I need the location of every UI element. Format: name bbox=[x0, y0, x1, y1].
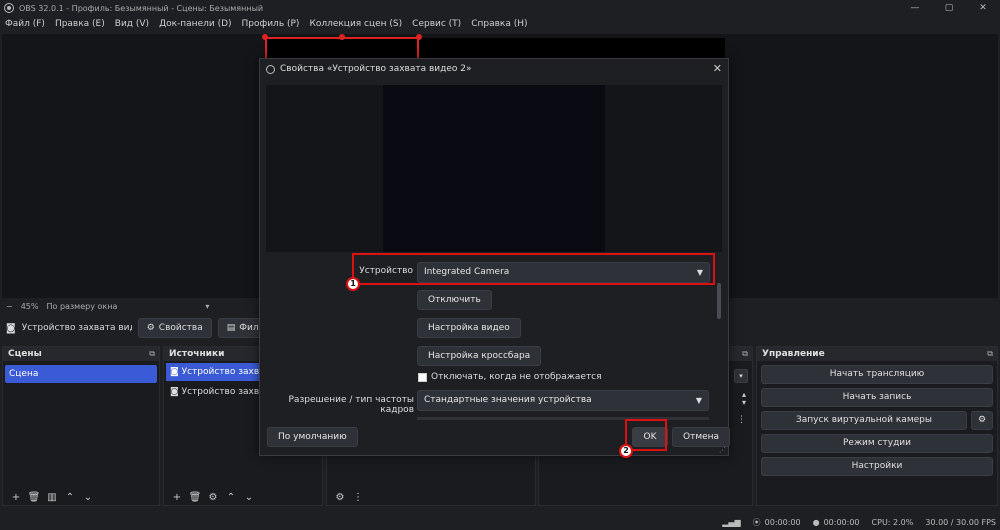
gear-icon: ⚙ bbox=[146, 323, 155, 333]
spin-arrows-icon[interactable]: ▴ ▾ bbox=[742, 391, 746, 407]
maximize-button[interactable]: ▢ bbox=[932, 0, 966, 16]
chevron-down-icon[interactable]: ⌄ bbox=[79, 492, 97, 503]
fps-readout: 30.00 / 30.00 FPS bbox=[925, 517, 996, 527]
chevron-down-icon[interactable]: ▾ bbox=[734, 369, 748, 383]
add-icon[interactable]: + bbox=[7, 492, 25, 503]
chevron-down-icon: ▼ bbox=[695, 396, 702, 405]
virtual-camera-button[interactable]: Запуск виртуальной камеры bbox=[761, 411, 967, 430]
record-status-icon: ● bbox=[812, 517, 820, 527]
minimize-button[interactable]: — bbox=[898, 0, 932, 16]
dialog-preview bbox=[266, 85, 722, 252]
gear-icon[interactable]: ⚙ bbox=[204, 492, 222, 503]
signal-icon: ▂▄▆ bbox=[722, 517, 741, 527]
deactivate-when-hidden-label: Отключать, когда не отображается bbox=[431, 372, 602, 382]
controls-dock-header: Управление ⧉ bbox=[757, 347, 997, 361]
resolution-label: Разрешение / тип частоты кадров bbox=[288, 395, 415, 415]
zoom-fit-label[interactable]: По размеру окна bbox=[46, 302, 117, 311]
zoom-dropdown-icon[interactable]: ▾ bbox=[205, 302, 209, 311]
undock-icon[interactable]: ⧉ bbox=[742, 347, 748, 361]
filter-icon: ▤ bbox=[226, 323, 236, 333]
zoom-level: 45% bbox=[20, 301, 39, 311]
camera-preview bbox=[383, 85, 605, 252]
resize-handle[interactable] bbox=[262, 34, 268, 40]
dialog-scrollbar[interactable] bbox=[717, 283, 721, 319]
chevron-up-icon[interactable]: ⌃ bbox=[222, 492, 240, 503]
more-icon[interactable]: ⋮ bbox=[737, 415, 746, 425]
dialog-title: Свойства «Устройство захвата видео 2» bbox=[280, 64, 472, 74]
gear-icon[interactable]: ⚙ bbox=[331, 492, 349, 503]
properties-button[interactable]: ⚙ Свойства bbox=[137, 318, 212, 338]
camera-icon: ◙ bbox=[170, 387, 182, 397]
trash-icon[interactable]: 🗑 bbox=[25, 492, 43, 503]
resize-handle[interactable] bbox=[416, 34, 422, 40]
scenes-toolbar: + 🗑 ▥ ⌃ ⌄ bbox=[7, 492, 97, 503]
stream-time: 00:00:00 bbox=[764, 517, 801, 527]
obs-logo-icon bbox=[266, 64, 275, 74]
controls-dock: Управление ⧉ Начать трансляцию Начать за… bbox=[756, 346, 998, 506]
status-bar: ▂▄▆ ⦿ 00:00:00 ● 00:00:00 CPU: 2.0% 30.0… bbox=[0, 514, 1000, 530]
crossbar-settings-button[interactable]: Настройка кроссбара bbox=[417, 346, 542, 366]
zoom-out-button[interactable]: − bbox=[6, 302, 13, 311]
more-icon[interactable]: ⋮ bbox=[349, 492, 367, 503]
step-badge-1: 1 bbox=[346, 277, 360, 291]
device-highlight bbox=[352, 253, 715, 285]
camera-icon: ◙ bbox=[170, 367, 182, 377]
stream-status-icon: ⦿ bbox=[752, 517, 761, 527]
studio-mode-button[interactable]: Режим студии bbox=[761, 434, 993, 453]
filter-icon[interactable]: ▥ bbox=[43, 492, 61, 503]
sources-toolbar: + 🗑 ⚙ ⌃ ⌄ bbox=[168, 492, 258, 503]
scene-item[interactable]: Сцена bbox=[5, 365, 157, 383]
settings-button[interactable]: Настройки bbox=[761, 457, 993, 476]
virtual-camera-settings-button[interactable]: ⚙ bbox=[971, 411, 993, 430]
add-icon[interactable]: + bbox=[168, 492, 186, 503]
cpu-usage: CPU: 2.0% bbox=[871, 517, 914, 527]
cancel-button[interactable]: Отмена bbox=[672, 427, 731, 447]
gear-icon: ⚙ bbox=[977, 415, 987, 425]
start-record-button[interactable]: Начать запись bbox=[761, 388, 993, 407]
menu-tools[interactable]: Сервис (T) bbox=[412, 19, 461, 29]
scenes-dock: Сцены ⧉ Сцена + 🗑 ▥ ⌃ ⌄ bbox=[2, 346, 160, 506]
camera-icon: ◙ bbox=[6, 322, 16, 334]
deactivate-button[interactable]: Отключить bbox=[417, 290, 492, 310]
resolution-combo[interactable]: Стандартные значения устройства ▼ bbox=[417, 390, 709, 411]
close-button[interactable]: ✕ bbox=[966, 0, 1000, 16]
selected-source-name: Устройство захвата видео bbox=[21, 323, 132, 333]
resize-grip-icon[interactable]: ⋰ bbox=[719, 446, 726, 454]
resize-handle[interactable] bbox=[339, 34, 345, 40]
menu-edit[interactable]: Правка (E) bbox=[55, 19, 105, 29]
deactivate-when-hidden-checkbox[interactable] bbox=[418, 373, 427, 382]
menu-file[interactable]: Файл (F) bbox=[5, 19, 45, 29]
defaults-button[interactable]: По умолчанию bbox=[267, 427, 358, 447]
undock-icon[interactable]: ⧉ bbox=[149, 347, 155, 361]
close-icon[interactable]: ✕ bbox=[713, 62, 722, 75]
window-title: OBS 32.0.1 - Профиль: Безымянный - Сцены… bbox=[19, 3, 264, 13]
menu-help[interactable]: Справка (H) bbox=[471, 19, 527, 29]
menu-scene-collection[interactable]: Коллекция сцен (S) bbox=[309, 19, 402, 29]
menu-bar: Файл (F) Правка (E) Вид (V) Док-панели (… bbox=[0, 16, 1000, 32]
title-bar: OBS 32.0.1 - Профиль: Безымянный - Сцены… bbox=[0, 0, 1000, 16]
step-badge-2: 2 bbox=[619, 444, 633, 458]
chevron-down-icon[interactable]: ⌄ bbox=[240, 492, 258, 503]
start-stream-button[interactable]: Начать трансляцию bbox=[761, 365, 993, 384]
dialog-title-bar: Свойства «Устройство захвата видео 2» ✕ bbox=[260, 59, 728, 79]
scenes-dock-header: Сцены ⧉ bbox=[3, 347, 159, 361]
video-settings-button[interactable]: Настройка видео bbox=[417, 318, 521, 338]
undock-icon[interactable]: ⧉ bbox=[987, 347, 993, 361]
trash-icon[interactable]: 🗑 bbox=[186, 492, 204, 503]
chevron-up-icon[interactable]: ⌃ bbox=[61, 492, 79, 503]
menu-view[interactable]: Вид (V) bbox=[115, 19, 149, 29]
menu-profile[interactable]: Профиль (P) bbox=[242, 19, 300, 29]
obs-logo-icon bbox=[4, 3, 14, 13]
record-time: 00:00:00 bbox=[823, 517, 860, 527]
mixer-toolbar: ⚙ ⋮ bbox=[331, 492, 367, 503]
menu-docks[interactable]: Док-панели (D) bbox=[159, 19, 231, 29]
